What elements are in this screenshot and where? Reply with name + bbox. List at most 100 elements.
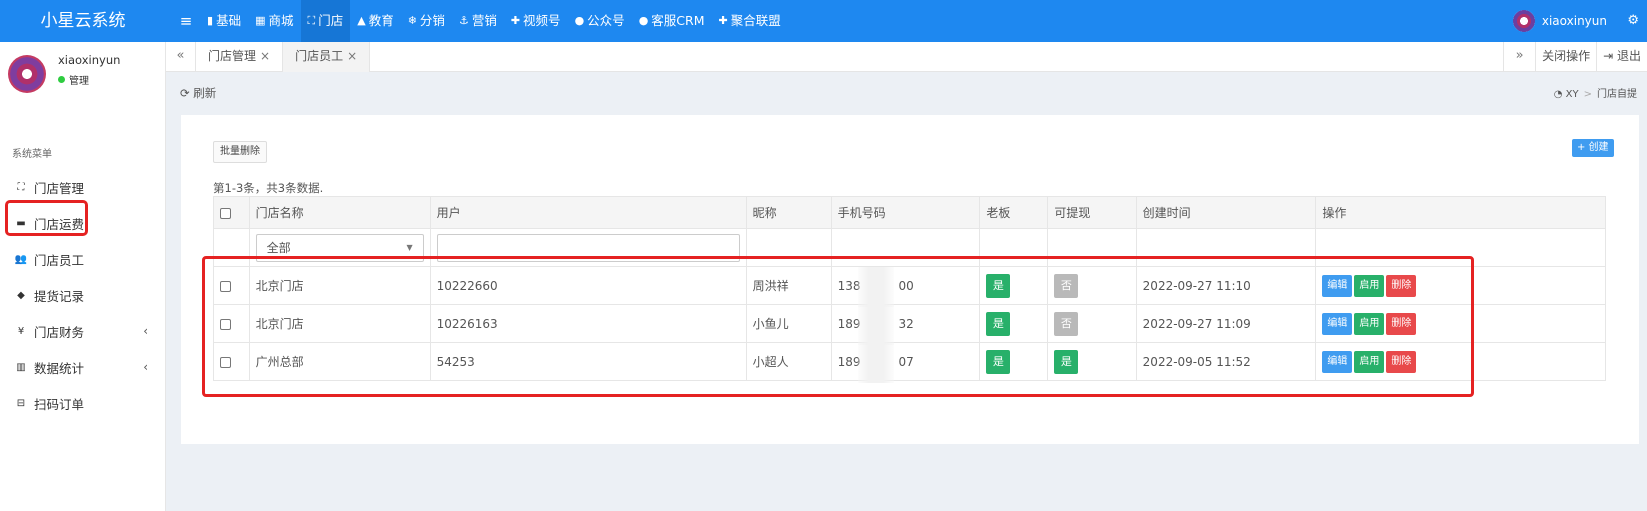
menu-toggle-icon[interactable]: ≡	[176, 0, 196, 42]
nav-item-label: 基础	[216, 13, 242, 28]
menu-title: 系统菜单	[12, 149, 52, 160]
nav-item[interactable]: ▮ 基础	[200, 0, 248, 42]
tab[interactable]: 门店管理 ×	[196, 42, 284, 72]
nav-item[interactable]: ▦ 商城	[248, 0, 300, 42]
top-username: xiaoxinyun	[1541, 14, 1607, 28]
minus-square-icon: ⊟	[16, 397, 26, 409]
refresh-icon: ⟳	[180, 86, 194, 100]
shopping-bag-icon: ▦	[255, 14, 266, 27]
sidebar-item-label: 门店员工	[34, 252, 85, 268]
tab-label: 门店管理	[208, 49, 257, 63]
breadcrumb-current: 门店自提	[1597, 89, 1637, 100]
sidebar-item[interactable]: ¥ 门店财务 ‹	[0, 313, 166, 349]
column-header[interactable]: 创建时间	[1135, 196, 1317, 229]
app-logo[interactable]: 小星云系统	[0, 0, 166, 42]
column-header: 操作	[1315, 196, 1606, 229]
chat-icon: ●	[574, 14, 585, 27]
close-icon[interactable]: ×	[347, 49, 357, 63]
highlight-annotation	[5, 200, 88, 236]
open-tabs: 门店管理 × 门店员工 ×	[196, 42, 371, 72]
sidebar-item[interactable]: ▥ 数据统计 ‹	[0, 349, 166, 385]
sitemap-icon: ⛶	[307, 14, 316, 27]
nav-item-label: 公众号	[587, 13, 625, 28]
close-icon[interactable]: ×	[260, 49, 270, 63]
sidebar-item-label: 门店管理	[34, 180, 85, 196]
nav-item[interactable]: ⛶ 门店	[300, 0, 351, 42]
close-operations-button[interactable]: 关闭操作	[1535, 42, 1596, 72]
avatar	[8, 55, 46, 93]
sidebar-item-label: 扫码订单	[34, 396, 85, 412]
breadcrumb-separator: >	[1583, 89, 1592, 100]
nav-item-label: 营销	[471, 13, 497, 28]
nav-item[interactable]: ⚓ 营销	[452, 0, 504, 42]
nav-item[interactable]: ● 公众号	[568, 0, 632, 42]
column-header[interactable]: 门店名称	[248, 196, 431, 229]
avatar	[1512, 10, 1535, 32]
sitemap-icon: ⛶	[17, 181, 25, 193]
sidebar: xiaoxinyun 管理 系统菜单 ⛶ 门店管理 ▬ 门店运费 👥 门店员工 ◆ 提货记录 ¥…	[0, 42, 166, 511]
nav-item-label: 客服CRM	[651, 13, 705, 28]
online-dot-icon	[58, 76, 65, 83]
puzzle-icon: ✚	[510, 14, 521, 27]
nav-item-label: 门店	[318, 13, 344, 28]
anchor-icon: ⚓	[458, 14, 469, 27]
column-header: 手机号码	[830, 196, 981, 229]
batch-delete-button[interactable]: 批量删除	[213, 141, 267, 163]
highlight-annotation	[202, 256, 1474, 397]
sidebar-item[interactable]: 👥 门店员工	[0, 241, 166, 277]
sidebar-item[interactable]: ⊟ 扫码订单	[0, 385, 166, 421]
logout-button[interactable]: ⇥ 退出	[1596, 42, 1647, 72]
bar-chart-icon: ▥	[16, 361, 26, 373]
column-header[interactable]: 用户	[429, 196, 747, 229]
nav-item[interactable]: ▲ 教育	[350, 0, 400, 42]
breadcrumb: ◔ XY > 门店自提	[1554, 85, 1637, 100]
tab-label: 门店员工	[295, 49, 344, 63]
graduation-cap-icon: ▲	[357, 14, 366, 27]
sidebar-item-label: 数据统计	[34, 360, 85, 376]
puzzle-icon: ✚	[718, 14, 728, 27]
tab[interactable]: 门店员工 ×	[283, 42, 371, 72]
users-icon: 👥	[14, 253, 28, 265]
select-all-checkbox[interactable]	[220, 207, 231, 219]
sidebar-item-label: 门店财务	[34, 324, 85, 340]
nav-item[interactable]: ● 客服CRM	[632, 0, 712, 42]
chevron-left-icon: ‹	[143, 360, 148, 374]
table-header-row: 门店名称 用户 昵称 手机号码 老板 可提现 创建时间 操作	[213, 196, 1606, 229]
logout-label: 退出	[1616, 49, 1641, 63]
breadcrumb-home[interactable]: XY	[1566, 89, 1579, 100]
top-user-menu[interactable]: xiaoxinyun	[1512, 0, 1607, 42]
sidebar-item-label: 提货记录	[34, 288, 85, 304]
user-role: 管理	[69, 76, 89, 87]
nav-item[interactable]: ✚ 聚合联盟	[712, 0, 788, 42]
create-button[interactable]: + 创建	[1572, 139, 1614, 157]
refresh-label: 刷新	[193, 86, 217, 100]
tags-icon: ◆	[17, 289, 25, 301]
select-all-cell	[213, 196, 250, 229]
sidebar-item[interactable]: ◆ 提货记录	[0, 277, 166, 313]
yen-icon: ¥	[17, 325, 25, 337]
tab-scroll-left-icon[interactable]: «	[166, 42, 196, 72]
nav-item-label: 视频号	[523, 13, 561, 28]
tab-bar: « 门店管理 × 门店员工 × » 关闭操作 ⇥ 退出	[166, 42, 1647, 72]
main-nav: ▮ 基础 ▦ 商城 ⛶ 门店 ▲ 教育 ❄ 分销 ⚓ 营销 ✚ 视频号 ● 公众号 ● 客服CRM ✚ 聚合联盟	[200, 0, 788, 42]
nav-item-label: 聚合联盟	[730, 13, 781, 28]
online-status: 管理	[58, 72, 89, 87]
column-header: 昵称	[745, 196, 832, 229]
summary-text: 第1-3条，共3条数据.	[213, 181, 324, 195]
snowflake-icon: ❄	[407, 14, 417, 27]
sidebar-user-panel: xiaoxinyun 管理	[8, 51, 158, 96]
store-filter-value: 全部	[266, 240, 291, 255]
nav-item-label: 教育	[368, 13, 394, 28]
comment-icon: ●	[638, 14, 649, 27]
nav-item-label: 分销	[419, 13, 445, 28]
nav-item-label: 商城	[268, 13, 294, 28]
settings-icon[interactable]: ⚙	[1627, 0, 1639, 42]
top-navbar: 小星云系统 ≡ ▮ 基础 ▦ 商城 ⛶ 门店 ▲ 教育 ❄ 分销 ⚓ 营销 ✚ 视频号 ● 公众号 ● 客服CRM…	[0, 0, 1647, 42]
tab-scroll-right-icon[interactable]: »	[1503, 42, 1535, 72]
refresh-button[interactable]: ⟳ 刷新	[180, 85, 216, 101]
bookmark-icon: ▮	[207, 14, 214, 27]
sidebar-username: xiaoxinyun	[58, 53, 121, 67]
column-header: 可提现	[1047, 196, 1137, 229]
nav-item[interactable]: ✚ 视频号	[504, 0, 568, 42]
nav-item[interactable]: ❄ 分销	[401, 0, 452, 42]
